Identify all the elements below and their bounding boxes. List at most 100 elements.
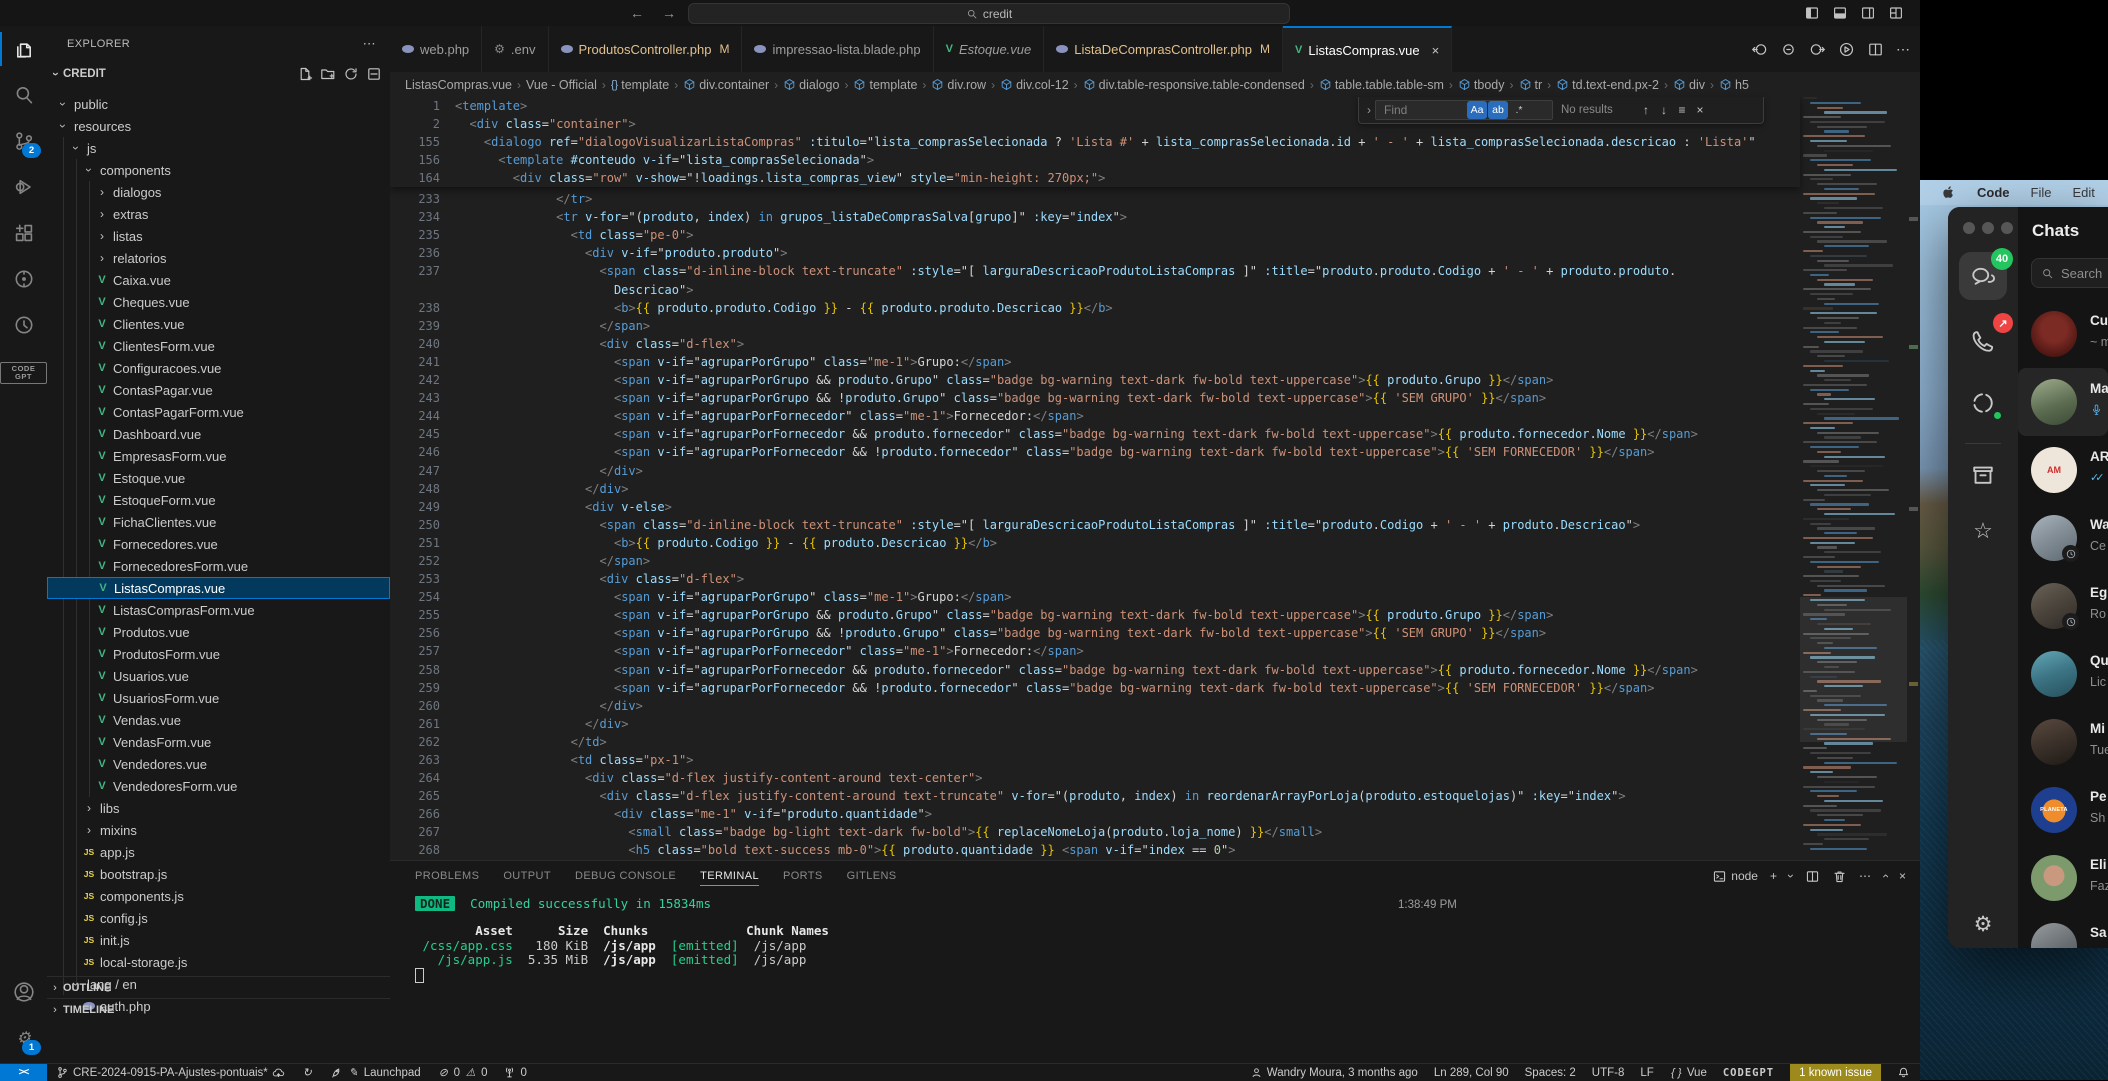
history-forward-icon[interactable]: →: [660, 4, 678, 22]
activity-item-accounts[interactable]: [0, 969, 47, 1015]
editor-tab[interactable]: ⚙.env: [482, 26, 548, 72]
tree-item[interactable]: ›components: [47, 159, 390, 181]
breadcrumb-item[interactable]: div.col-12: [1000, 78, 1069, 92]
breadcrumb-item[interactable]: div.table-responsive.table-condensed: [1083, 78, 1305, 92]
toggle-secondary-sidebar-icon[interactable]: [1860, 5, 1876, 21]
panel-more-icon[interactable]: ⋯: [1859, 869, 1871, 883]
status-item-codegpt[interactable]: CODEGPT: [1723, 1067, 1774, 1079]
menu-file[interactable]: File: [2031, 185, 2052, 200]
activity-item-extension-view-2[interactable]: [0, 302, 47, 348]
tree-item[interactable]: VFornecedoresForm.vue: [47, 555, 390, 577]
status-item-git-branch[interactable]: CRE-2024-0915-PA-Ajustes-pontuais*: [56, 1066, 285, 1079]
panel-tab-output[interactable]: OUTPUT: [503, 870, 551, 882]
status-item-sync[interactable]: ↻: [301, 1066, 314, 1079]
tree-item[interactable]: VCheques.vue: [47, 291, 390, 313]
maximize-panel-icon[interactable]: ›: [1878, 874, 1892, 878]
project-root-row[interactable]: › CREDIT: [47, 61, 390, 87]
calls-tab[interactable]: ↗: [1959, 317, 2007, 365]
breadcrumb-item[interactable]: template: [853, 78, 917, 92]
archived-tab[interactable]: [1959, 451, 2007, 499]
tree-item[interactable]: VListasComprasForm.vue: [47, 599, 390, 621]
tree-item[interactable]: VClientes.vue: [47, 313, 390, 335]
nav-back-icon[interactable]: [1751, 41, 1768, 58]
chat-search-box[interactable]: Search: [2031, 258, 2108, 288]
breadcrumb-item[interactable]: tr: [1519, 78, 1543, 92]
breadcrumb[interactable]: ListasCompras.vue›Vue - Official›{}templ…: [390, 72, 1920, 97]
terminal-shell-label[interactable]: node: [1712, 869, 1758, 884]
regex-toggle[interactable]: .*: [1509, 101, 1529, 119]
refresh-explorer-icon[interactable]: [343, 66, 359, 82]
tree-item[interactable]: VProdutos.vue: [47, 621, 390, 643]
chat-list-item[interactable]: QuLic: [2018, 640, 2108, 708]
find-input-box[interactable]: Aaab.*: [1375, 100, 1553, 120]
editor-tab[interactable]: ListaDeComprasController.phpM: [1044, 26, 1283, 72]
chat-list-item[interactable]: Ma: [2018, 368, 2108, 436]
tree-item[interactable]: ›resources: [47, 115, 390, 137]
find-previous-icon[interactable]: ↑: [1637, 103, 1655, 117]
breadcrumb-item[interactable]: Vue - Official: [526, 78, 597, 92]
chat-list-item[interactable]: PLANETAPeSh: [2018, 776, 2108, 844]
editor-tab[interactable]: VEstoque.vue: [934, 26, 1045, 72]
panel-tab-problems[interactable]: PROBLEMS: [415, 870, 479, 882]
editor-tab[interactable]: ProdutosController.phpM: [549, 26, 743, 72]
breadcrumb-item[interactable]: div: [1673, 78, 1705, 92]
status-item-git-blame[interactable]: Wandry Moura, 3 months ago: [1250, 1066, 1418, 1079]
find-input[interactable]: [1382, 102, 1466, 118]
editor-tab[interactable]: web.php: [390, 26, 482, 72]
find-next-icon[interactable]: ↓: [1655, 103, 1673, 117]
status-item-indentation[interactable]: Spaces: 2: [1525, 1067, 1576, 1079]
status-item-encoding[interactable]: UTF-8: [1592, 1067, 1625, 1079]
tree-item[interactable]: VProdutosForm.vue: [47, 643, 390, 665]
breadcrumb-item[interactable]: ListasCompras.vue: [405, 78, 512, 92]
breadcrumb-item[interactable]: {}template: [611, 78, 669, 92]
breadcrumb-item[interactable]: table.table.table-sm: [1319, 78, 1444, 92]
status-item-problems[interactable]: ⊘0⚠0: [437, 1066, 488, 1079]
whole-word-toggle[interactable]: ab: [1488, 101, 1508, 119]
overview-ruler[interactable]: [1907, 97, 1920, 860]
status-item-launchpad[interactable]: ✎Launchpad: [330, 1066, 421, 1079]
tree-item[interactable]: JSinit.js: [47, 929, 390, 951]
tree-item[interactable]: VFichaClientes.vue: [47, 511, 390, 533]
chat-list-item[interactable]: MiTue: [2018, 708, 2108, 776]
find-in-selection-icon[interactable]: ≡: [1673, 103, 1691, 117]
toggle-panel-icon[interactable]: [1832, 5, 1848, 21]
chats-tab[interactable]: 40: [1959, 252, 2007, 300]
close-icon[interactable]: ×: [1432, 43, 1440, 58]
tree-item[interactable]: JSconfig.js: [47, 907, 390, 929]
starred-tab[interactable]: ☆: [1959, 507, 2007, 555]
tree-item[interactable]: ›dialogos: [47, 181, 390, 203]
activity-item-extension-view-1[interactable]: [0, 256, 47, 302]
nav-forward-icon[interactable]: [1809, 41, 1826, 58]
status-item-eol[interactable]: LF: [1640, 1067, 1653, 1079]
breadcrumb-item[interactable]: div.row: [931, 78, 986, 92]
explorer-more-actions-icon[interactable]: ⋯: [363, 36, 376, 52]
tree-item[interactable]: ›listas: [47, 225, 390, 247]
chat-list-item[interactable]: Sa: [2018, 912, 2108, 948]
status-item-notifications[interactable]: [1897, 1066, 1910, 1079]
chat-list-item[interactable]: EliFaz: [2018, 844, 2108, 912]
breadcrumb-item[interactable]: dialogo: [783, 78, 839, 92]
tree-item[interactable]: ›mixins: [47, 819, 390, 841]
close-panel-icon[interactable]: ×: [1899, 869, 1906, 883]
panel-tab-debug-console[interactable]: DEBUG CONSOLE: [575, 870, 676, 882]
tree-item[interactable]: VUsuariosForm.vue: [47, 687, 390, 709]
breadcrumb-item[interactable]: div.container: [683, 78, 769, 92]
remote-indicator[interactable]: ><: [0, 1064, 47, 1081]
new-terminal-icon[interactable]: +: [1770, 869, 1777, 883]
tree-item[interactable]: ›extras: [47, 203, 390, 225]
status-item-cursor-position[interactable]: Ln 289, Col 90: [1434, 1067, 1509, 1079]
toggle-sidebar-icon[interactable]: [1804, 5, 1820, 21]
chat-list-item[interactable]: WaCe: [2018, 504, 2108, 572]
tree-item[interactable]: VEmpresasForm.vue: [47, 445, 390, 467]
status-tab[interactable]: [1959, 379, 2007, 427]
status-item-known-issue[interactable]: 1 known issue: [1790, 1064, 1881, 1081]
timeline-section[interactable]: › TIMELINE: [47, 998, 390, 1021]
chat-list-item[interactable]: EgRo: [2018, 572, 2108, 640]
new-folder-icon[interactable]: [320, 66, 336, 82]
tree-item[interactable]: VListasCompras.vue: [47, 577, 390, 599]
run-icon[interactable]: [1838, 41, 1855, 58]
breadcrumb-item[interactable]: tbody: [1458, 78, 1505, 92]
activity-item-source-control[interactable]: 2: [0, 118, 47, 164]
tree-item[interactable]: VUsuarios.vue: [47, 665, 390, 687]
history-back-icon[interactable]: ←: [628, 4, 646, 22]
